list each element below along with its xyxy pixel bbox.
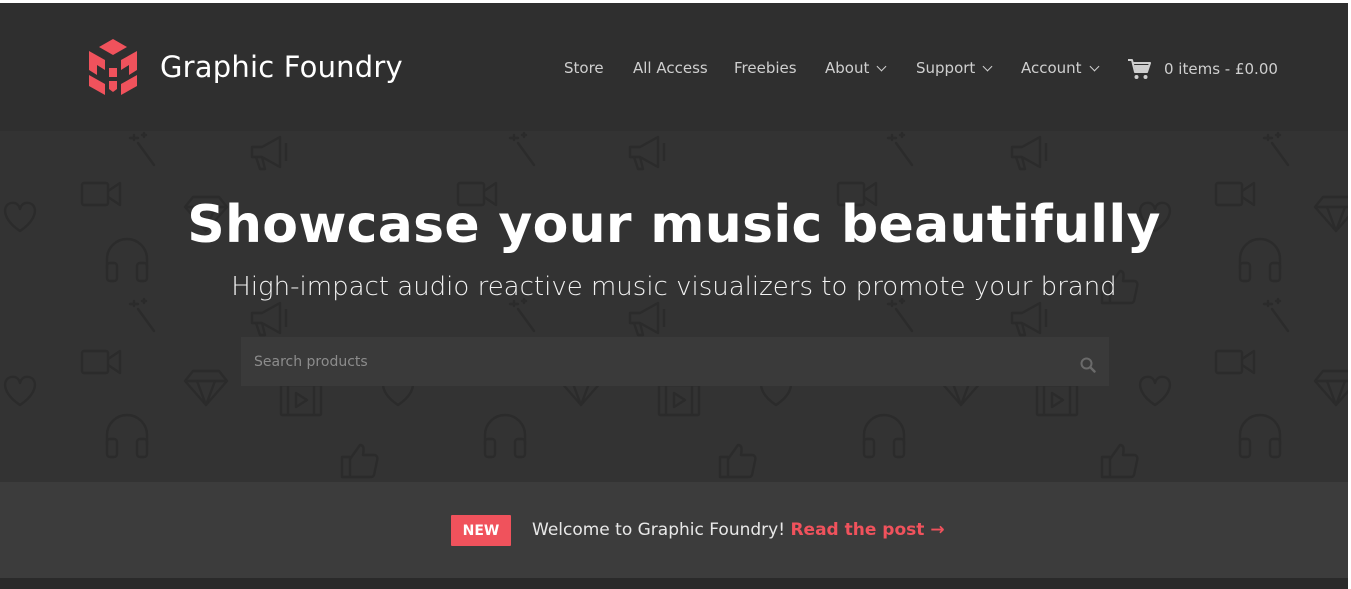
nav-freebies-label: Freebies bbox=[734, 59, 797, 77]
shopping-cart-icon[interactable] bbox=[1127, 57, 1152, 81]
nav-all-access-label: All Access bbox=[633, 59, 708, 77]
hero-title: Showcase your music beautifully bbox=[187, 195, 1161, 255]
nav-freebies[interactable]: Freebies bbox=[734, 59, 797, 77]
cart-summary[interactable]: 0 items - £0.00 bbox=[1164, 60, 1278, 78]
site-header: Graphic Foundry Store All Access Freebie… bbox=[0, 3, 1348, 131]
nav-account[interactable]: Account bbox=[1021, 59, 1100, 77]
read-post-link[interactable]: Read the post → bbox=[790, 520, 944, 540]
hero-subtitle: High-impact audio reactive music visuali… bbox=[231, 272, 1117, 302]
announcement-message: Welcome to Graphic Foundry! bbox=[532, 520, 786, 540]
search-icon[interactable] bbox=[1080, 357, 1096, 373]
search-input[interactable] bbox=[241, 337, 1061, 386]
announcement-bar: NEW Welcome to Graphic Foundry! Read the… bbox=[0, 482, 1348, 578]
nav-all-access[interactable]: All Access bbox=[633, 59, 708, 77]
nav-about-label: About bbox=[825, 59, 870, 77]
cube-logo-icon[interactable] bbox=[83, 37, 143, 97]
background-pattern bbox=[3, 131, 1348, 479]
page: Graphic Foundry Store All Access Freebie… bbox=[0, 0, 1351, 589]
nav-account-label: Account bbox=[1021, 59, 1082, 77]
hero-section: Showcase your music beautifully High-imp… bbox=[0, 131, 1348, 482]
footer-edge bbox=[0, 578, 1348, 589]
chevron-down-icon bbox=[1089, 61, 1100, 71]
chevron-down-icon bbox=[982, 61, 993, 71]
new-badge: NEW bbox=[451, 515, 511, 546]
search-bar bbox=[241, 337, 1109, 386]
brand-name[interactable]: Graphic Foundry bbox=[160, 50, 403, 84]
announcement-text: Welcome to Graphic Foundry! Read the pos… bbox=[532, 520, 945, 540]
nav-support-label: Support bbox=[916, 59, 976, 77]
nav-store[interactable]: Store bbox=[564, 59, 604, 77]
nav-about[interactable]: About bbox=[825, 59, 887, 77]
chevron-down-icon bbox=[876, 61, 887, 71]
nav-store-label: Store bbox=[564, 59, 604, 77]
nav-support[interactable]: Support bbox=[916, 59, 993, 77]
